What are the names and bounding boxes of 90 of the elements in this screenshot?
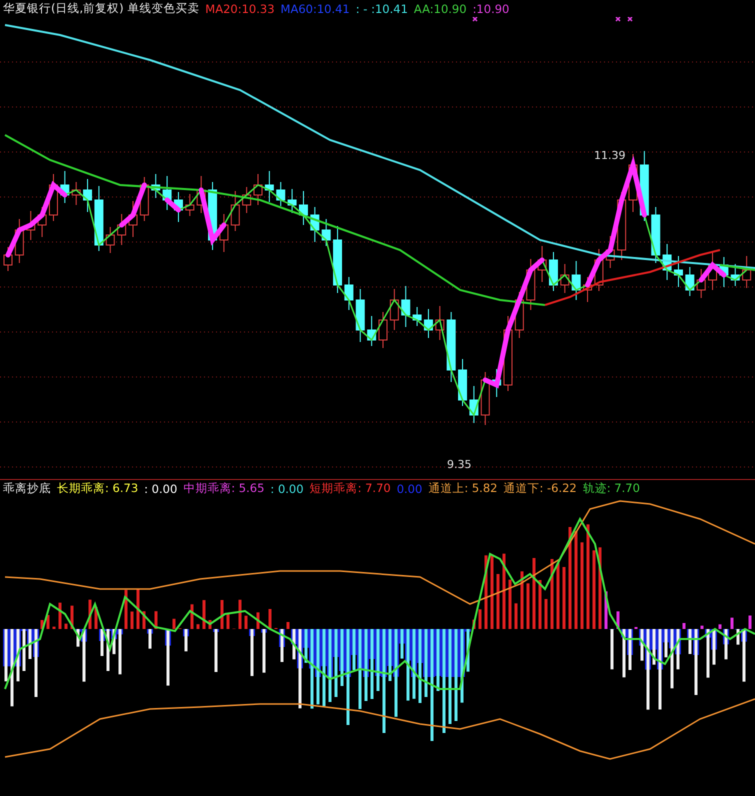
candlestick [628,154,638,212]
candlestick [742,256,752,288]
cross-mark-icon [472,17,478,22]
candlestick [356,288,365,342]
indicator-value: AA:10.90 [414,2,467,16]
candlestick [458,358,468,406]
candlestick [696,268,706,298]
candlestick [333,226,342,294]
candlestick [548,252,558,292]
candlestick [298,190,308,226]
candlestick [26,210,36,240]
buy-signal-segment [698,261,726,282]
candlestick [48,174,58,222]
candlestick [719,256,728,288]
candlestick [310,206,320,242]
candlestick [594,248,604,292]
indicator-value: 中期乖离: 5.65 [183,481,264,496]
candlestick [730,264,740,286]
candlestick [401,286,410,328]
candlestick [378,312,388,348]
candlestick [276,182,286,206]
candlestick [264,170,274,202]
candlestick [640,150,649,222]
cross-mark-icon [627,17,633,22]
candlestick [526,258,536,310]
cross-mark-icon [615,17,621,22]
candlestick [685,266,694,296]
price-label: 11.39 [594,149,626,162]
candlestick [344,276,354,310]
candlestick [480,372,490,426]
candlestick [606,236,615,268]
indicator-value: MA20:10.33 [205,2,275,16]
candlestick [185,194,194,216]
candlestick [446,312,456,382]
indicator-value: : 0.00 [144,482,178,496]
candlestick [254,174,262,206]
candlestick [583,276,592,302]
candlestick [162,176,172,210]
indicator-value: MA60:10.41 [280,2,350,16]
candlestick [4,246,12,272]
candlestick [651,206,660,264]
candlestick [322,218,331,246]
candlestick [242,186,252,214]
candlestick [230,190,240,232]
indicator-value: 0.00 [396,482,422,496]
candlestick [560,264,570,294]
indicator-value: 轨迹: 7.70 [582,481,640,496]
indicator-value: :10.90 [472,2,510,16]
indicator-title: 乖离抄底 [3,481,51,496]
indicator-value: 长期乖离: 6.73 [57,481,138,496]
indicator-value: 通道上: 5.82 [428,481,498,496]
candlestick [412,306,422,326]
indicator-value: 短期乖离: 7.70 [310,481,391,496]
candlestick [196,176,206,214]
candlestick [151,174,160,198]
candlestick [662,244,672,280]
candlestick [106,226,115,254]
candlestick [140,176,149,222]
indicator-value: 通道下: -6.22 [503,481,577,496]
candlestick [219,214,228,252]
candlestick [367,316,376,346]
candlestick [174,192,183,222]
candlestick [492,368,502,398]
candlestick [60,170,70,204]
candlestick [617,192,626,260]
price-label: 9.35 [447,458,472,471]
candlestick [390,288,399,330]
candlestick [572,260,581,300]
buy-signal-segment [198,188,226,246]
candlestick [83,178,92,212]
candlestick [14,218,24,264]
candlestick [424,308,433,338]
candlestick [94,186,104,252]
candlestick [288,188,297,214]
candlestick [514,292,524,338]
candlestick [674,256,683,288]
indicator-value: : 0.00 [270,482,304,496]
candlestick [72,182,81,206]
candlestick [538,246,547,282]
candlestick [708,250,718,290]
candlestick [435,306,444,340]
candlestick [128,200,138,238]
chart-title: 华夏银行(日线,前复权) 单线变色买卖 [3,1,200,16]
candlestick [117,214,126,246]
indicator-value: : - :10.41 [356,2,408,16]
candlestick [469,386,478,424]
buy-signal-segment [119,182,147,228]
candlestick [38,206,47,238]
candlestick [208,182,218,250]
buy-signal-segment [164,198,181,212]
